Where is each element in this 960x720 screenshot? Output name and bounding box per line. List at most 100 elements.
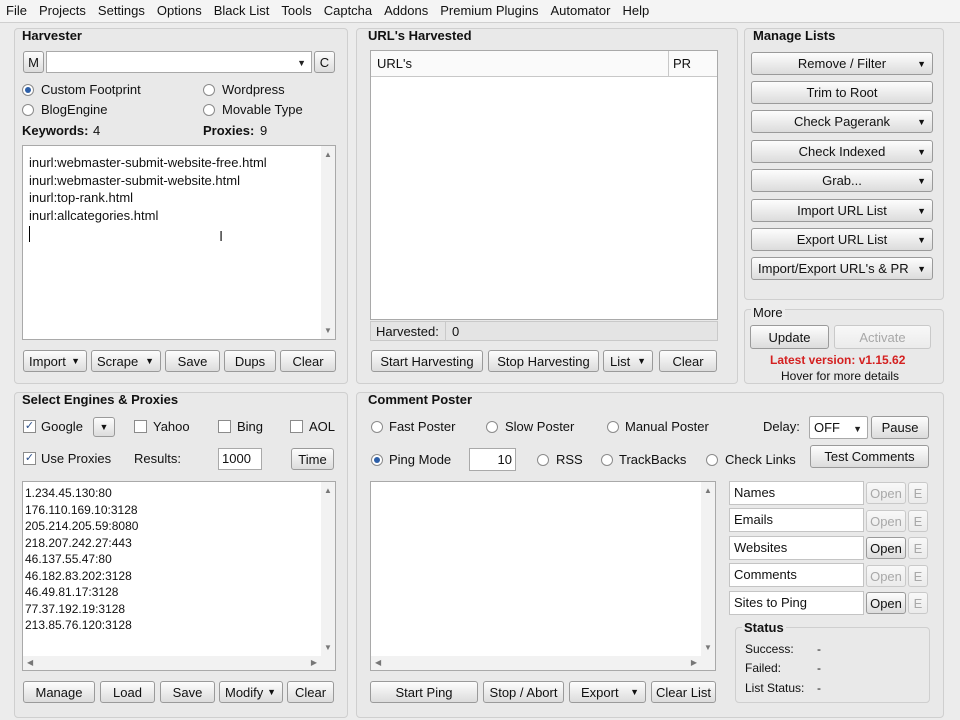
import-button[interactable]: Import ▼ [23,350,87,372]
menu-projects[interactable]: Projects [33,0,92,22]
yahoo-checkbox[interactable] [134,420,147,433]
radio-ping-mode[interactable] [371,454,383,466]
menu-tools[interactable]: Tools [275,0,317,22]
load-button[interactable]: Load [100,681,155,703]
comments-open-button[interactable]: Open [866,565,906,587]
websites-open-button[interactable]: Open [866,537,906,559]
menu-captcha[interactable]: Captcha [318,0,378,22]
scroll-down-icon: ▼ [704,643,712,652]
harvester-save-button[interactable]: Save [165,350,220,372]
emails-label: Emails [734,512,774,527]
footprint-select[interactable]: ▼ [46,51,312,73]
poster-log-area[interactable]: ▲ ▼ ◀ ▶ [370,481,716,671]
poster-hscrollbar[interactable]: ◀ ▶ [371,656,715,670]
radio-movable-type[interactable] [203,104,215,116]
time-button[interactable]: Time [291,448,334,470]
menu-addons[interactable]: Addons [378,0,434,22]
radio-check-links[interactable] [706,454,718,466]
export-url-list-button[interactable]: Export URL List ▼ [751,228,933,251]
stop-harvesting-button[interactable]: Stop Harvesting [488,350,599,372]
radio-custom-footprint[interactable] [22,84,34,96]
menu-settings[interactable]: Settings [92,0,151,22]
use-proxies-checkbox[interactable]: ✓ [23,452,36,465]
proxies-hscrollbar[interactable]: ◀ ▶ [23,656,335,670]
ping-threads-input[interactable]: 10 [469,448,516,471]
urls-table[interactable]: URL's PR [370,50,718,320]
urls-harvested-title: URL's Harvested [368,28,472,43]
names-label: Names [734,485,776,500]
list-status-value: - [817,681,821,695]
import-url-list-button[interactable]: Import URL List ▼ [751,199,933,222]
urls-clear-button[interactable]: Clear [659,350,717,372]
import-export-urls-pr-button[interactable]: Import/Export URL's & PR ▼ [751,257,933,280]
proxies-save-button[interactable]: Save [160,681,215,703]
radio-trackbacks[interactable] [601,454,613,466]
col-header-pr[interactable]: PR [673,56,691,71]
menu-file[interactable]: File [0,0,33,22]
c-button[interactable]: C [314,51,335,73]
menu-black-list[interactable]: Black List [208,0,276,22]
poster-vscrollbar[interactable]: ▲ ▼ [701,482,715,656]
radio-manual-poster[interactable] [607,421,619,433]
pause-button[interactable]: Pause [871,416,929,439]
update-button[interactable]: Update [750,325,829,349]
m-button[interactable]: M [23,51,44,73]
emails-open-button[interactable]: Open [866,510,906,532]
ping-threads-value: 10 [497,452,512,467]
chevron-down-icon: ▼ [99,422,109,432]
emails-edit-button[interactable]: E [908,510,928,532]
manage-button[interactable]: Manage [23,681,95,703]
google-dropdown[interactable]: ▼ [93,417,115,437]
modify-button[interactable]: Modify ▼ [219,681,283,703]
export-button[interactable]: Export ▼ [569,681,646,703]
radio-fast-poster[interactable] [371,421,383,433]
use-proxies-label: Use Proxies [41,451,112,466]
footprint-scrollbar[interactable]: ▲ ▼ [321,146,335,339]
chevron-down-icon: ▼ [630,687,639,697]
google-checkbox[interactable]: ✓ [23,420,36,433]
comments-edit-button[interactable]: E [908,565,928,587]
trim-to-root-button[interactable]: Trim to Root [751,81,933,104]
proxies-textarea[interactable]: 1.234.45.130:80 176.110.169.10:3128 205.… [22,481,336,671]
names-open-button[interactable]: Open [866,482,906,504]
check-pagerank-button[interactable]: Check Pagerank ▼ [751,110,933,133]
radio-blogengine[interactable] [22,104,34,116]
menu-automator[interactable]: Automator [545,0,617,22]
names-edit-button[interactable]: E [908,482,928,504]
keywords-count: 4 [93,123,101,138]
remove-filter-button[interactable]: Remove / Filter ▼ [751,52,933,75]
scrape-label: Scrape [97,353,139,369]
scrape-button[interactable]: Scrape ▼ [91,350,161,372]
dups-button[interactable]: Dups [224,350,276,372]
proxies-clear-button[interactable]: Clear [287,681,334,703]
harvested-count: 0 [452,324,460,339]
test-comments-button[interactable]: Test Comments [810,445,929,468]
radio-rss[interactable] [537,454,549,466]
sites-to-ping-open-button[interactable]: Open [866,592,906,614]
sites-to-ping-edit-button[interactable]: E [908,592,928,614]
radio-wordpress[interactable] [203,84,215,96]
radio-slow-poster[interactable] [486,421,498,433]
chevron-down-icon: ▼ [637,356,646,366]
harvester-clear-button[interactable]: Clear [280,350,336,372]
col-header-urls[interactable]: URL's [377,56,412,71]
clear-list-button[interactable]: Clear List [651,681,716,703]
aol-checkbox[interactable] [290,420,303,433]
delay-select[interactable]: OFF ▼ [809,416,868,439]
check-indexed-button[interactable]: Check Indexed ▼ [751,140,933,163]
proxies-vscrollbar[interactable]: ▲ ▼ [321,482,335,656]
stop-abort-button[interactable]: Stop / Abort [483,681,564,703]
activate-button[interactable]: Activate [834,325,931,349]
list-button[interactable]: List ▼ [603,350,653,372]
websites-edit-button[interactable]: E [908,537,928,559]
menu-help[interactable]: Help [616,0,655,22]
menu-options[interactable]: Options [151,0,208,22]
start-ping-button[interactable]: Start Ping [370,681,478,703]
menu-premium-plugins[interactable]: Premium Plugins [434,0,544,22]
bing-checkbox[interactable] [218,420,231,433]
grab-button[interactable]: Grab... ▼ [751,169,933,192]
footprint-textarea[interactable]: inurl:webmaster-submit-website-free.html… [22,145,336,340]
results-input[interactable]: 1000 [218,448,262,470]
start-harvesting-button[interactable]: Start Harvesting [371,350,483,372]
comment-poster-title: Comment Poster [368,392,473,407]
